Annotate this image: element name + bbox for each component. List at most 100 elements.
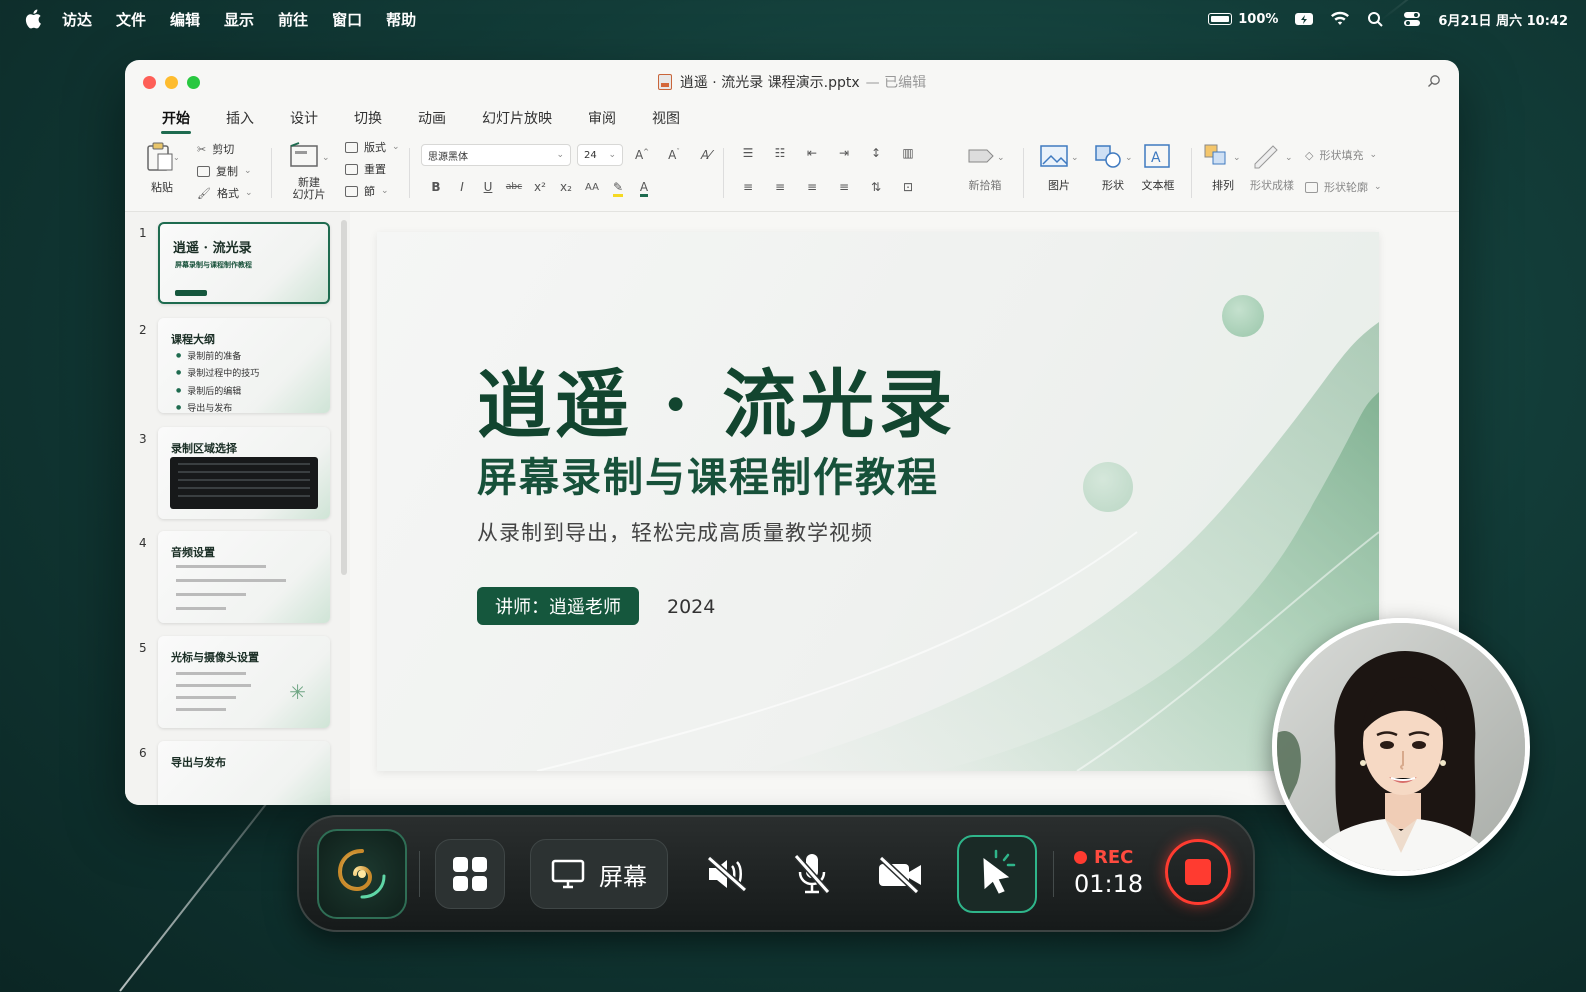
align-left-icon[interactable]: ≡: [735, 180, 761, 194]
screen-source-button[interactable]: 屏幕: [530, 839, 668, 909]
slide-thumbnail-5[interactable]: 光标与摄像头设置 ✳: [158, 636, 330, 728]
superscript-button[interactable]: x²: [527, 180, 553, 194]
columns-icon[interactable]: ▥: [895, 146, 921, 160]
numbered-list-icon[interactable]: ☷: [767, 146, 793, 160]
slide-canvas[interactable]: 逍遥 · 流光录 屏幕录制与课程制作教程 从录制到导出，轻松完成高质量教学视频 …: [377, 232, 1379, 771]
smartart-button[interactable]: ⌄ 新拾箱: [963, 142, 1007, 193]
font-family-select[interactable]: 思源黑体 ⌄: [421, 144, 571, 166]
menu-help[interactable]: 帮助: [386, 9, 416, 30]
menu-edit[interactable]: 编辑: [170, 9, 200, 30]
copy-button[interactable]: 复制 ⌄: [197, 160, 253, 182]
minimize-window-button[interactable]: [165, 76, 178, 89]
decrease-indent-icon[interactable]: ⇤: [799, 146, 825, 160]
arrange-button[interactable]: ⌄ 排列: [1203, 142, 1243, 193]
text-format-controls: B I U abc x² x₂ AA ✎ A: [423, 180, 657, 197]
menu-file[interactable]: 文件: [116, 9, 146, 30]
shape-button[interactable]: ⌄ 形状: [1093, 142, 1133, 193]
webcam-preview[interactable]: [1272, 618, 1530, 876]
stop-recording-button[interactable]: [1165, 839, 1231, 905]
slide-title[interactable]: 逍遥 · 流光录: [477, 345, 956, 452]
increase-font-icon[interactable]: A^: [629, 148, 655, 162]
tab-design[interactable]: 设计: [275, 108, 333, 134]
camera-toggle[interactable]: [865, 839, 935, 909]
strikethrough-button[interactable]: abc: [501, 182, 527, 192]
menu-view[interactable]: 显示: [224, 9, 254, 30]
slide-thumbnail-6[interactable]: 导出与发布: [158, 741, 330, 805]
shape-outline-button[interactable]: 形状轮廓 ⌄: [1305, 176, 1382, 198]
tab-transitions[interactable]: 切换: [339, 108, 397, 134]
tab-review[interactable]: 审阅: [573, 108, 631, 134]
shape-fill-button[interactable]: ◇ 形状填充 ⌄: [1305, 144, 1382, 166]
menu-window[interactable]: 窗口: [332, 9, 362, 30]
ribbon-tabs: 开始 插入 设计 切换 动画 幻灯片放映 审阅 视图: [125, 104, 1459, 134]
format-painter-button[interactable]: 🖌 格式 ⌄: [197, 182, 253, 204]
thumbnail-scrollbar[interactable]: [341, 220, 347, 575]
slide-description[interactable]: 从录制到导出，轻松完成高质量教学视频: [477, 517, 873, 547]
slide-thumbnail-2[interactable]: 课程大纲 录制前的准备 录制过程中的技巧 录制后的编辑 导出与发布: [158, 318, 330, 413]
highlight-icon[interactable]: ✎: [605, 180, 631, 197]
tab-slideshow[interactable]: 幻灯片放映: [467, 108, 567, 134]
subscript-button[interactable]: x₂: [553, 180, 579, 194]
cut-button[interactable]: ✂ 剪切: [197, 138, 253, 160]
search-icon[interactable]: [1427, 74, 1441, 88]
new-slide-button[interactable]: ⌄ 新建 幻灯片: [287, 142, 331, 201]
apple-icon[interactable]: [24, 9, 42, 29]
microphone-muted-icon: [793, 854, 831, 894]
slide-thumbnail-4[interactable]: 音频设置: [158, 531, 330, 623]
decrease-font-icon[interactable]: Aˇ: [661, 148, 687, 162]
bullet-list-icon[interactable]: ☰: [735, 146, 761, 160]
section-button[interactable]: 節 ⌄: [345, 180, 400, 202]
font-color-icon[interactable]: A: [631, 180, 657, 197]
microphone-toggle[interactable]: [777, 839, 847, 909]
apps-grid-button[interactable]: [435, 839, 505, 909]
slide-thumbnail-1[interactable]: 逍遥 · 流光录 屏幕录制与课程制作教程: [158, 222, 330, 304]
paste-button[interactable]: ⌄ 粘贴: [145, 142, 180, 195]
close-window-button[interactable]: [143, 76, 156, 89]
spotlight-search-icon[interactable]: [1366, 11, 1386, 27]
align-right-icon[interactable]: ≡: [799, 180, 825, 194]
title-bar[interactable]: 逍遥 · 流光录 课程演示.pptx — 已编辑: [125, 60, 1459, 104]
clear-format-icon[interactable]: A⁄: [693, 148, 719, 162]
slide-year[interactable]: 2024: [667, 596, 715, 618]
tab-animations[interactable]: 动画: [403, 108, 461, 134]
reset-button[interactable]: 重置: [345, 158, 400, 180]
control-center-icon[interactable]: [1402, 11, 1422, 27]
italic-button[interactable]: I: [449, 180, 475, 194]
tab-insert[interactable]: 插入: [211, 108, 269, 134]
font-size-select[interactable]: 24 ⌄: [577, 144, 623, 166]
picture-button[interactable]: ⌄ 图片: [1039, 142, 1079, 193]
textbox-icon: A: [1144, 144, 1170, 168]
menu-go[interactable]: 前往: [278, 9, 308, 30]
slide-thumbnail-3[interactable]: 录制区域选择: [158, 427, 330, 519]
line-spacing-icon[interactable]: ↕: [863, 146, 889, 160]
low-power-icon[interactable]: [1294, 11, 1314, 27]
menu-bar: 访达 文件 编辑 显示 前往 窗口 帮助 100% 6月21日 周六 10:42: [0, 0, 1586, 38]
quick-styles-button[interactable]: ⌄ 形状成樣: [1247, 142, 1297, 193]
slide-subtitle[interactable]: 屏幕录制与课程制作教程: [477, 445, 939, 503]
layout-button[interactable]: 版式 ⌄: [345, 136, 400, 158]
tab-home[interactable]: 开始: [147, 108, 205, 134]
increase-indent-icon[interactable]: ⇥: [831, 146, 857, 160]
battery-status[interactable]: 100%: [1208, 12, 1278, 27]
textbox-button[interactable]: A 文本框: [1141, 142, 1175, 193]
zoom-window-button[interactable]: [187, 76, 200, 89]
menu-app-name[interactable]: 访达: [62, 9, 92, 30]
text-direction-icon[interactable]: ⇅: [863, 180, 889, 194]
svg-text:⌄: ⌄: [997, 153, 1005, 163]
change-case-button[interactable]: AA: [579, 182, 605, 193]
justify-icon[interactable]: ≡: [831, 180, 857, 194]
underline-button[interactable]: U: [475, 180, 501, 194]
speaker-badge[interactable]: 讲师：逍遥老师: [477, 587, 639, 625]
menu-clock[interactable]: 6月21日 周六 10:42: [1438, 10, 1568, 29]
align-text-icon[interactable]: ⊡: [895, 180, 921, 194]
thumbnail-bullet-placeholder: [176, 565, 286, 610]
reset-icon: [345, 163, 358, 175]
tab-view[interactable]: 视图: [637, 108, 695, 134]
wifi-icon[interactable]: [1330, 11, 1350, 27]
bold-button[interactable]: B: [423, 180, 449, 194]
cursor-highlight-button[interactable]: [957, 835, 1037, 913]
monitor-icon: [551, 859, 585, 889]
app-logo-button[interactable]: [317, 829, 407, 919]
system-audio-toggle[interactable]: [692, 839, 762, 909]
align-center-icon[interactable]: ≡: [767, 180, 793, 194]
